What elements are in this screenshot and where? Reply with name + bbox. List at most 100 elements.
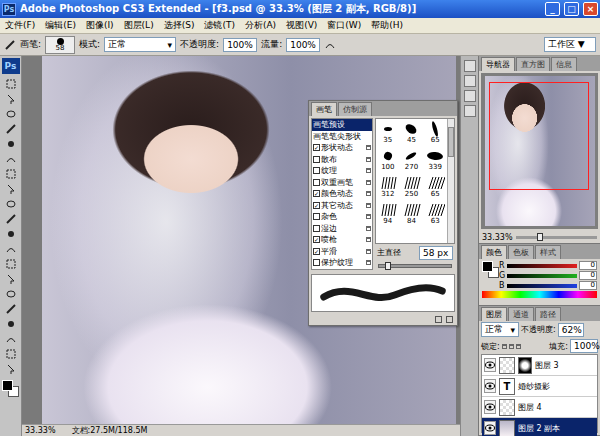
brush-preset[interactable]: 270 (400, 146, 424, 173)
menu-item[interactable]: 图像(I) (81, 19, 119, 32)
panel-icon[interactable] (464, 75, 476, 87)
lock-icon[interactable] (366, 180, 371, 185)
brush-preset[interactable]: 84 (400, 200, 424, 227)
setting-checkbox[interactable] (313, 156, 320, 163)
brush-preset[interactable]: 65 (423, 173, 447, 200)
panel-tab[interactable]: 直方图 (516, 57, 550, 71)
color-channel[interactable]: R0 (499, 261, 597, 270)
lock-icon[interactable] (366, 260, 371, 265)
menu-item[interactable]: 视图(V) (281, 19, 322, 32)
menu-item[interactable]: 文件(F) (0, 19, 40, 32)
panel-tab[interactable]: 仿制源 (338, 102, 372, 116)
tool-button[interactable] (2, 347, 20, 361)
brush-setting[interactable]: 保护纹理 (312, 257, 372, 269)
color-channel[interactable]: G0 (499, 271, 597, 280)
tool-button[interactable] (2, 212, 20, 226)
zoom-slider[interactable] (516, 236, 597, 239)
menu-item[interactable]: 分析(A) (240, 19, 281, 32)
tool-button[interactable] (2, 272, 20, 286)
new-preset-icon[interactable] (435, 316, 442, 323)
window-button[interactable]: _ (545, 2, 560, 16)
brush-setting[interactable]: 纹理 (312, 165, 372, 177)
tool-button[interactable] (2, 137, 20, 151)
panel-tab[interactable]: 画笔 (311, 102, 337, 116)
setting-checkbox[interactable] (313, 179, 320, 186)
diameter-field[interactable]: 58 px (419, 246, 453, 260)
menu-item[interactable]: 图层(L) (119, 19, 159, 32)
tool-button[interactable] (2, 182, 20, 196)
visibility-toggle[interactable] (484, 421, 496, 435)
tool-button[interactable] (2, 257, 20, 271)
brush-preset[interactable]: 45 (400, 119, 424, 146)
brush-preset[interactable]: 250 (400, 173, 424, 200)
visibility-toggle[interactable] (484, 379, 496, 393)
brush-setting[interactable]: 杂色 (312, 211, 372, 223)
tool-button[interactable] (2, 332, 20, 346)
setting-checkbox[interactable]: ✓ (313, 202, 320, 209)
scrollbar[interactable] (447, 119, 454, 243)
panel-tab[interactable]: 色板 (508, 245, 534, 259)
diameter-slider[interactable] (378, 264, 452, 268)
brush-preset[interactable]: 312 (376, 173, 400, 200)
brush-setting[interactable]: ✓形状动态 (312, 142, 372, 154)
tool-button[interactable] (2, 167, 20, 181)
color-spectrum[interactable] (482, 291, 597, 298)
tool-button[interactable] (2, 317, 20, 331)
panel-tab[interactable]: 通道 (508, 307, 534, 321)
panel-icon[interactable] (464, 105, 476, 117)
brush-setting[interactable]: 画笔预设 (312, 119, 372, 131)
brush-preset[interactable]: 339 (423, 146, 447, 173)
tool-button[interactable] (2, 287, 20, 301)
brush-preset[interactable]: 94 (376, 200, 400, 227)
brush-preset[interactable]: 100 (376, 146, 400, 173)
brush-preset[interactable]: 63 (423, 200, 447, 227)
setting-checkbox[interactable] (313, 167, 320, 174)
brush-setting[interactable]: ✓平滑 (312, 246, 372, 258)
color-channel[interactable]: B0 (499, 281, 597, 290)
setting-checkbox[interactable]: ✓ (313, 144, 320, 151)
panel-tab[interactable]: 图层 (481, 307, 507, 321)
color-swatches[interactable] (482, 261, 496, 275)
lock-icon[interactable] (366, 191, 371, 196)
tool-button[interactable] (2, 152, 20, 166)
tool-button[interactable] (2, 197, 20, 211)
tool-button[interactable] (2, 227, 20, 241)
panel-icon[interactable] (464, 90, 476, 102)
color-swatches[interactable] (2, 380, 20, 398)
setting-checkbox[interactable] (313, 225, 320, 232)
menu-item[interactable]: 帮助(H) (366, 19, 408, 32)
tool-button[interactable] (2, 122, 20, 136)
delete-icon[interactable] (446, 316, 453, 323)
menu-item[interactable]: 滤镜(T) (199, 19, 240, 32)
menu-item[interactable]: 编辑(E) (40, 19, 81, 32)
setting-checkbox[interactable]: ✓ (313, 190, 320, 197)
panel-tab[interactable]: 路径 (535, 307, 561, 321)
lock-icon[interactable] (366, 214, 371, 219)
brush-setting[interactable]: 湿边 (312, 223, 372, 235)
menu-item[interactable]: 窗口(W) (322, 19, 366, 32)
lock-icon[interactable] (366, 237, 371, 242)
lock-icon[interactable] (366, 203, 371, 208)
workspace-button[interactable]: 工作区 ▼ (544, 37, 596, 52)
window-button[interactable]: × (583, 2, 598, 16)
tool-button[interactable] (2, 92, 20, 106)
visibility-toggle[interactable] (484, 400, 496, 414)
opacity-field[interactable]: 100% (223, 38, 257, 52)
brush-setting[interactable]: 散布 (312, 154, 372, 166)
view-box[interactable] (489, 82, 589, 190)
layer-opacity[interactable]: 62% (558, 323, 584, 337)
layer-row[interactable]: 图层 2 副本 (482, 418, 597, 436)
tool-button[interactable] (2, 77, 20, 91)
lock-icon[interactable] (366, 157, 371, 162)
mode-select[interactable]: 正常▾ (104, 37, 176, 52)
menu-item[interactable]: 选择(S) (159, 19, 200, 32)
lock-icon[interactable] (366, 226, 371, 231)
blend-select[interactable]: 正常▾ (481, 322, 519, 337)
setting-checkbox[interactable] (313, 213, 320, 220)
setting-checkbox[interactable] (313, 259, 320, 266)
layer-row[interactable]: T婚纱摄影 (482, 376, 597, 397)
layer-fill[interactable]: 100% (570, 339, 598, 353)
window-button[interactable]: □ (564, 2, 579, 16)
panel-tab[interactable]: 信息 (551, 57, 577, 71)
tool-button[interactable] (2, 362, 20, 376)
